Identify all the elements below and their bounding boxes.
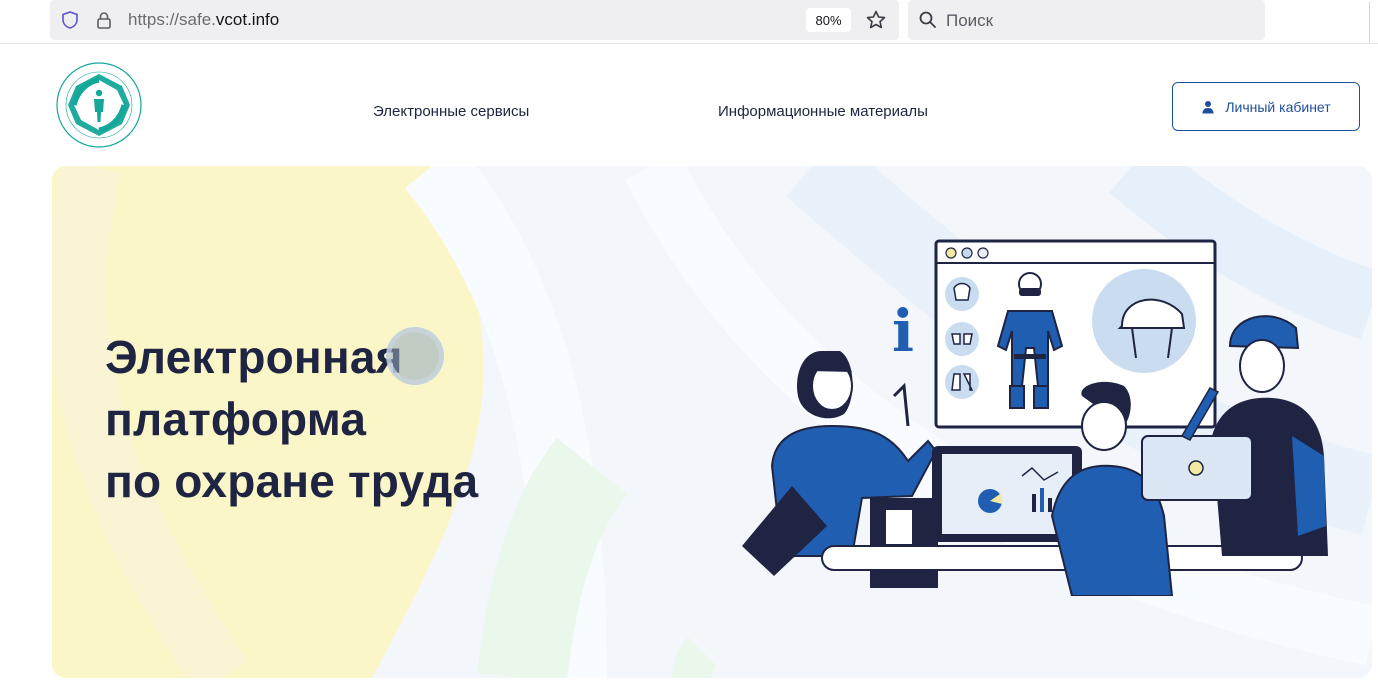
personal-cabinet-label: Личный кабинет bbox=[1225, 98, 1331, 115]
lock-icon[interactable] bbox=[94, 10, 114, 30]
personal-cabinet-button[interactable]: Личный кабинет bbox=[1172, 82, 1360, 131]
search-bar[interactable]: Поиск bbox=[908, 0, 1265, 40]
url-text[interactable]: https://safe.vcot.info bbox=[128, 10, 279, 30]
institute-logo[interactable] bbox=[54, 60, 144, 150]
address-bar[interactable]: https://safe.vcot.info 80% bbox=[50, 0, 899, 40]
url-domain: vcot.info bbox=[215, 10, 280, 29]
nav-information-materials[interactable]: Информационные материалы bbox=[718, 103, 928, 121]
browser-toolbar: https://safe.vcot.info 80% Поиск bbox=[0, 0, 1378, 44]
url-prefix: https://safe. bbox=[128, 10, 216, 29]
zoom-level-badge[interactable]: 80% bbox=[806, 8, 851, 32]
bookmark-star-icon[interactable] bbox=[865, 9, 887, 31]
hero-illustration: i bbox=[742, 239, 1328, 596]
hero-title-line-3: по охране труда bbox=[105, 455, 479, 507]
user-icon bbox=[1202, 100, 1214, 113]
shield-icon[interactable] bbox=[60, 10, 80, 30]
site-header: Электронные сервисы Информационные матер… bbox=[0, 45, 1378, 165]
search-icon bbox=[919, 11, 936, 28]
nav-electronic-services[interactable]: Электронные сервисы bbox=[373, 103, 529, 121]
info-icon: i bbox=[892, 297, 914, 365]
search-placeholder: Поиск bbox=[946, 11, 994, 30]
hero-banner: Электронная платформа по охране труда i bbox=[52, 166, 1372, 678]
cursor-highlight bbox=[386, 327, 444, 385]
hero-title-line-2: платформа bbox=[105, 393, 367, 445]
toolbar-edge bbox=[1365, 0, 1378, 44]
